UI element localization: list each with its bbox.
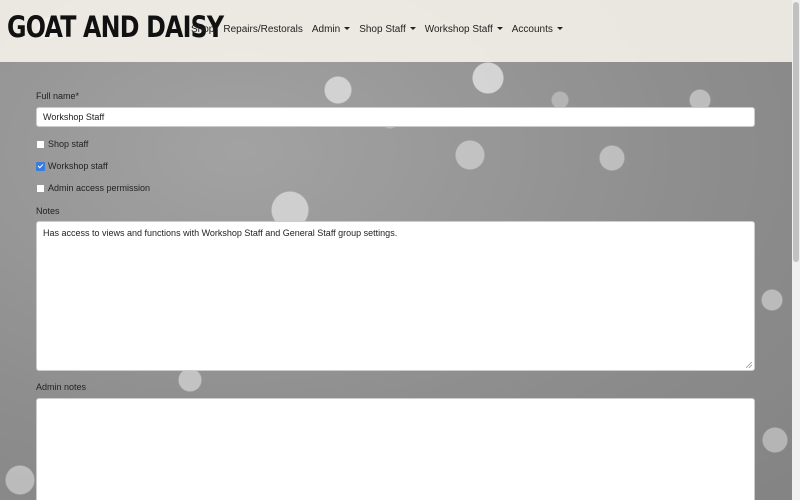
workshop-staff-label: Workshop staff bbox=[48, 161, 108, 171]
nav-label: Accounts bbox=[511, 24, 553, 35]
notes-label: Notes bbox=[36, 206, 60, 216]
full-name-label: Full name* bbox=[36, 91, 79, 101]
nav-item-repairs[interactable]: Repairs/Restorals bbox=[223, 24, 302, 35]
workshop-staff-checkbox-row[interactable]: Workshop staff bbox=[36, 161, 108, 171]
full-name-input[interactable]: Workshop Staff bbox=[36, 107, 755, 127]
notes-textarea[interactable]: Has access to views and functions with W… bbox=[36, 221, 755, 371]
caret-down-icon bbox=[409, 27, 416, 30]
shop-staff-checkbox-row[interactable]: Shop staff bbox=[36, 139, 88, 149]
main-nav: Shop Repairs/Restorals Admin Shop Staff … bbox=[191, 24, 572, 35]
required-marker: * bbox=[75, 91, 80, 101]
nav-label: Shop bbox=[191, 24, 215, 35]
nav-item-shop-staff[interactable]: Shop Staff bbox=[359, 24, 416, 35]
nav-label: Admin bbox=[311, 24, 341, 35]
admin-access-checkbox-row[interactable]: Admin access permission bbox=[36, 183, 150, 193]
shop-staff-label: Shop staff bbox=[48, 139, 89, 149]
nav-label: Workshop Staff bbox=[424, 24, 493, 35]
nav-item-shop[interactable]: Shop bbox=[191, 24, 214, 35]
shop-staff-checkbox[interactable] bbox=[36, 139, 45, 149]
nav-item-admin[interactable]: Admin bbox=[311, 24, 351, 35]
admin-notes-label: Admin notes bbox=[36, 382, 87, 392]
admin-notes-textarea[interactable] bbox=[36, 398, 755, 500]
site-header: GOAT AND DAISY Shop Repairs/Restorals Ad… bbox=[0, 0, 792, 62]
notes-text: Has access to views and functions with W… bbox=[43, 228, 398, 238]
caret-down-icon bbox=[556, 27, 563, 30]
caret-down-icon bbox=[344, 27, 351, 30]
nav-label: Shop Staff bbox=[359, 24, 406, 35]
nav-item-workshop-staff[interactable]: Workshop Staff bbox=[425, 24, 503, 35]
workshop-staff-checkbox[interactable] bbox=[36, 161, 45, 171]
scrollbar-thumb[interactable] bbox=[793, 2, 799, 262]
resize-grip-icon[interactable] bbox=[746, 362, 752, 368]
full-name-label-text: Full name bbox=[36, 91, 76, 101]
caret-down-icon bbox=[496, 27, 503, 30]
admin-access-label: Admin access permission bbox=[48, 183, 151, 193]
admin-access-checkbox[interactable] bbox=[36, 183, 45, 193]
nav-label: Repairs/Restorals bbox=[223, 24, 303, 35]
page-scrollbar[interactable] bbox=[792, 0, 800, 500]
nav-item-accounts[interactable]: Accounts bbox=[512, 24, 563, 35]
